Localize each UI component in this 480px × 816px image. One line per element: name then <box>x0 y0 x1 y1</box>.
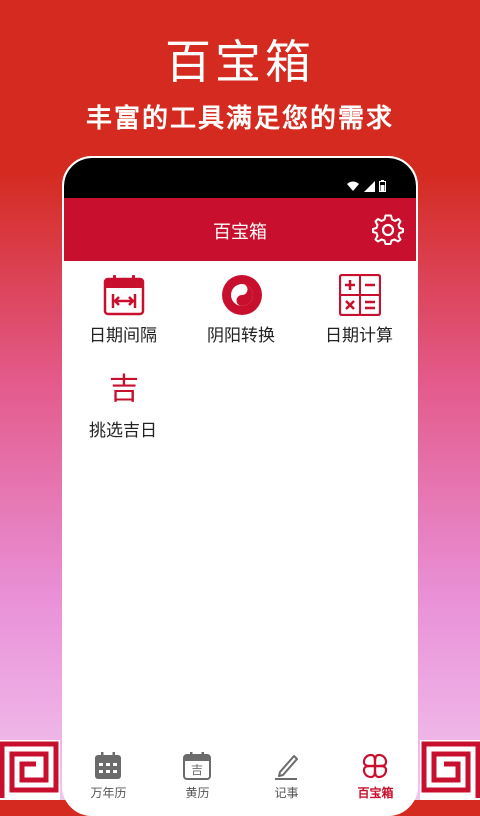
tool-label: 阴阳转换 <box>207 326 275 346</box>
clover-box-icon <box>362 753 388 779</box>
nav-label: 记事 <box>274 786 299 800</box>
status-bar <box>64 158 416 198</box>
nav-item-almanac[interactable]: 吉 黄历 <box>153 746 242 804</box>
nav-item-perpetual-calendar[interactable]: 万年历 <box>64 746 153 804</box>
fret-pattern-left-icon <box>0 740 60 800</box>
calendar-grid-icon <box>95 752 121 779</box>
nav-label: 黄历 <box>185 786 210 800</box>
phone-frame: 百宝箱 日期间隔 阴阳转换 日期计算 吉 挑选吉日 万年历 吉 黄历 记事 百宝… <box>62 156 418 816</box>
nav-label: 万年历 <box>90 786 127 800</box>
nav-label: 百宝箱 <box>357 786 394 800</box>
tool-date-interval[interactable]: 日期间隔 <box>64 261 182 346</box>
battery-icon <box>379 180 386 192</box>
pen-note-icon <box>275 755 298 780</box>
tool-label: 日期计算 <box>325 326 393 346</box>
tool-yin-yang-convert[interactable]: 阴阳转换 <box>182 261 300 346</box>
app-header: 百宝箱 <box>64 198 416 261</box>
nav-item-toolbox[interactable]: 百宝箱 <box>331 746 416 804</box>
nav-item-notes[interactable]: 记事 <box>242 746 331 804</box>
yin-yang-icon <box>222 275 262 315</box>
tool-date-calc[interactable]: 日期计算 <box>300 261 416 346</box>
auspicious-char-icon: 吉 <box>109 372 139 407</box>
tool-label: 挑选吉日 <box>89 421 157 441</box>
wifi-icon <box>347 181 359 191</box>
tool-pick-auspicious-day[interactable]: 吉 挑选吉日 <box>64 356 182 441</box>
fret-pattern-right-icon <box>420 740 480 800</box>
calendar-interval-icon <box>103 275 145 316</box>
promo-title: 百宝箱 <box>165 35 315 89</box>
calculator-icon <box>339 274 381 316</box>
tool-label: 日期间隔 <box>89 326 157 346</box>
signal-icon <box>364 180 375 192</box>
promo-subtitle: 丰富的工具满足您的需求 <box>85 104 394 134</box>
almanac-glyph: 吉 <box>190 763 203 777</box>
bottom-nav: 万年历 吉 黄历 记事 百宝箱 <box>64 746 416 804</box>
settings-gear-icon[interactable] <box>372 214 404 246</box>
header-title: 百宝箱 <box>213 222 267 243</box>
